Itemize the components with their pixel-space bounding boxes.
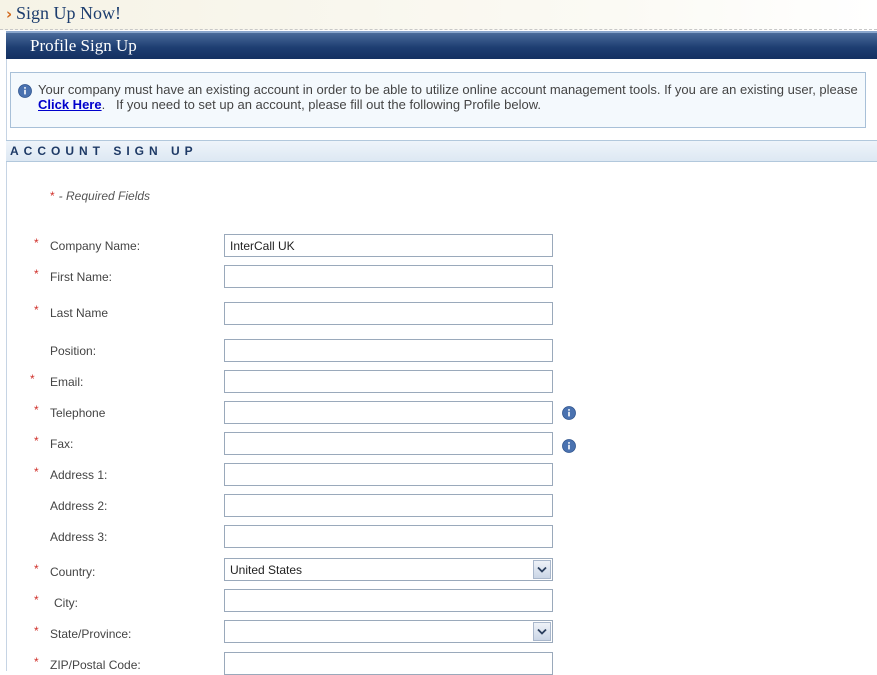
state-label: State/Province: [50,627,132,641]
info-text-after: . If you need to set up an account, plea… [101,97,541,112]
chevron-right-icon: › [6,5,13,23]
fax-input[interactable] [224,432,553,455]
last-name-label: Last Name [50,306,109,320]
profile-title: Profile Sign Up [30,36,137,55]
fax-info-icon[interactable] [562,439,576,456]
info-text: Your company must have an existing accou… [38,82,858,112]
required-star: * [34,236,39,250]
click-here-link[interactable]: Click Here [38,97,102,112]
required-fields-note: * - Required Fields [50,189,150,203]
required-star: * [50,189,55,203]
email-label: Email: [50,375,84,389]
required-star: * [34,303,39,317]
required-star: * [34,434,39,448]
required-star: * [34,403,39,417]
profile-title-bar: Profile Sign Up [6,31,877,59]
address1-input[interactable] [224,463,553,486]
page-title: Sign Up Now! [16,3,122,23]
zip-label: ZIP/Postal Code: [50,658,141,672]
required-star: * [30,372,35,386]
zip-input[interactable] [224,652,553,675]
position-input[interactable] [224,339,553,362]
company-name-input[interactable] [224,234,553,257]
address2-input[interactable] [224,494,553,517]
country-selected-value: United States [230,563,303,577]
address3-label: Address 3: [50,530,108,544]
city-label: City: [54,596,78,610]
position-label: Position: [50,344,97,358]
required-star: * [34,562,39,576]
telephone-input[interactable] [224,401,553,424]
country-select[interactable]: United States [224,558,553,581]
country-label: Country: [50,565,96,579]
info-box: Your company must have an existing accou… [10,72,866,128]
required-star: * [34,465,39,479]
last-name-input[interactable] [224,302,553,325]
email-input[interactable] [224,370,553,393]
chevron-down-icon[interactable] [533,560,551,579]
chevron-down-icon[interactable] [533,622,551,641]
telephone-info-icon[interactable] [562,406,576,423]
first-name-input[interactable] [224,265,553,288]
state-select[interactable] [224,620,553,643]
section-title: ACCOUNT SIGN UP [10,144,198,158]
first-name-label: First Name: [50,270,113,284]
city-input[interactable] [224,589,553,612]
info-icon [18,84,32,101]
required-fields-text: - Required Fields [58,189,151,203]
telephone-label: Telephone [50,406,106,420]
section-header: ACCOUNT SIGN UP [6,140,877,162]
required-star: * [34,624,39,638]
address2-label: Address 2: [50,499,108,513]
company-name-label: Company Name: [50,239,141,253]
fax-label: Fax: [50,437,74,451]
address3-input[interactable] [224,525,553,548]
address1-label: Address 1: [50,468,108,482]
required-star: * [34,267,39,281]
required-star: * [34,593,39,607]
required-star: * [34,655,39,669]
top-header: › Sign Up Now! [0,0,877,30]
info-text-before: Your company must have an existing accou… [38,82,858,97]
